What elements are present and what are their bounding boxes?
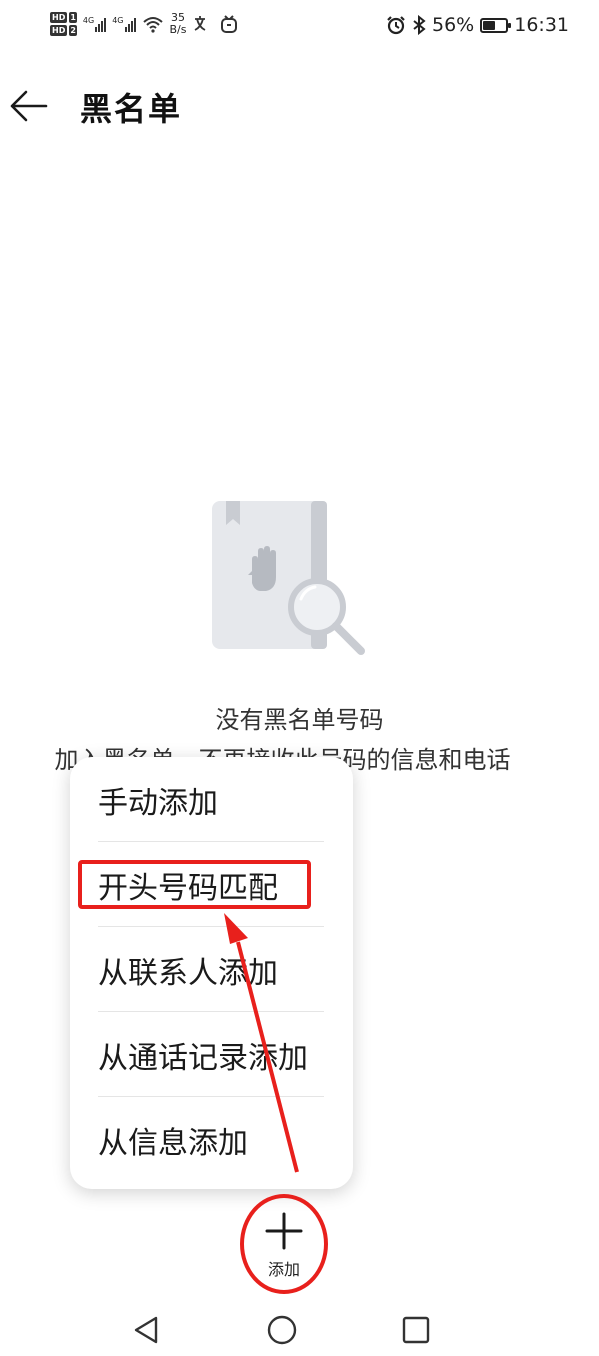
alarm-icon xyxy=(387,16,405,35)
annotation-circle xyxy=(240,1194,328,1294)
network-speed: 35 B/s xyxy=(170,12,187,36)
network-type-1: 4G xyxy=(82,16,95,25)
network-speed-unit: B/s xyxy=(169,23,187,36)
hd-indicators: HD 1 HD 2 xyxy=(50,12,77,36)
hd-badge-2: HD xyxy=(50,25,68,36)
sim-1-number: 1 xyxy=(69,12,77,23)
hd-sim1: HD 1 xyxy=(50,12,77,23)
status-right: 56% 16:31 xyxy=(386,14,569,36)
menu-item-from-contacts[interactable]: 从联系人添加 xyxy=(98,927,324,1012)
app-bar: 黑名单 xyxy=(0,70,599,140)
system-nav-bar xyxy=(0,1300,599,1356)
app-notification-icon xyxy=(220,15,237,33)
arrow-left-icon[interactable] xyxy=(6,84,50,128)
triangle-back-icon[interactable] xyxy=(128,1312,164,1348)
hd-sim2: HD 2 xyxy=(50,25,77,36)
blocklist-book-search-icon xyxy=(212,501,365,655)
square-recents-icon[interactable] xyxy=(398,1312,434,1348)
circle-home-icon[interactable] xyxy=(264,1312,300,1348)
add-options-menu: 手动添加 开头号码匹配 从联系人添加 从通话记录添加 从信息添加 xyxy=(70,757,353,1189)
page-title: 黑名单 xyxy=(80,90,183,128)
battery-icon xyxy=(480,17,512,33)
menu-item-from-call-log[interactable]: 从通话记录添加 xyxy=(98,1012,324,1097)
bluetooth-icon xyxy=(413,15,426,35)
menu-item-manual-add[interactable]: 手动添加 xyxy=(98,757,324,842)
menu-item-from-messages[interactable]: 从信息添加 xyxy=(98,1097,324,1182)
hd-badge-1: HD xyxy=(50,12,68,23)
signal-1-icon: 4G xyxy=(82,16,107,32)
sim-2-number: 2 xyxy=(69,25,77,36)
translate-icon xyxy=(194,16,205,31)
battery-fill xyxy=(483,20,496,30)
clock: 16:31 xyxy=(514,14,569,36)
annotation-highlight-box xyxy=(78,860,311,909)
signal-2-icon: 4G xyxy=(112,16,136,32)
wifi-icon xyxy=(142,17,163,33)
network-type-2: 4G xyxy=(112,16,124,25)
empty-state-title: 没有黑名单号码 xyxy=(215,706,384,734)
status-bar: HD 1 HD 2 4G 4G 35 B/s 56% 16:31 xyxy=(0,0,599,60)
battery-percent: 56% xyxy=(432,14,475,36)
status-left: HD 1 HD 2 4G 4G 35 B/s xyxy=(50,12,239,36)
